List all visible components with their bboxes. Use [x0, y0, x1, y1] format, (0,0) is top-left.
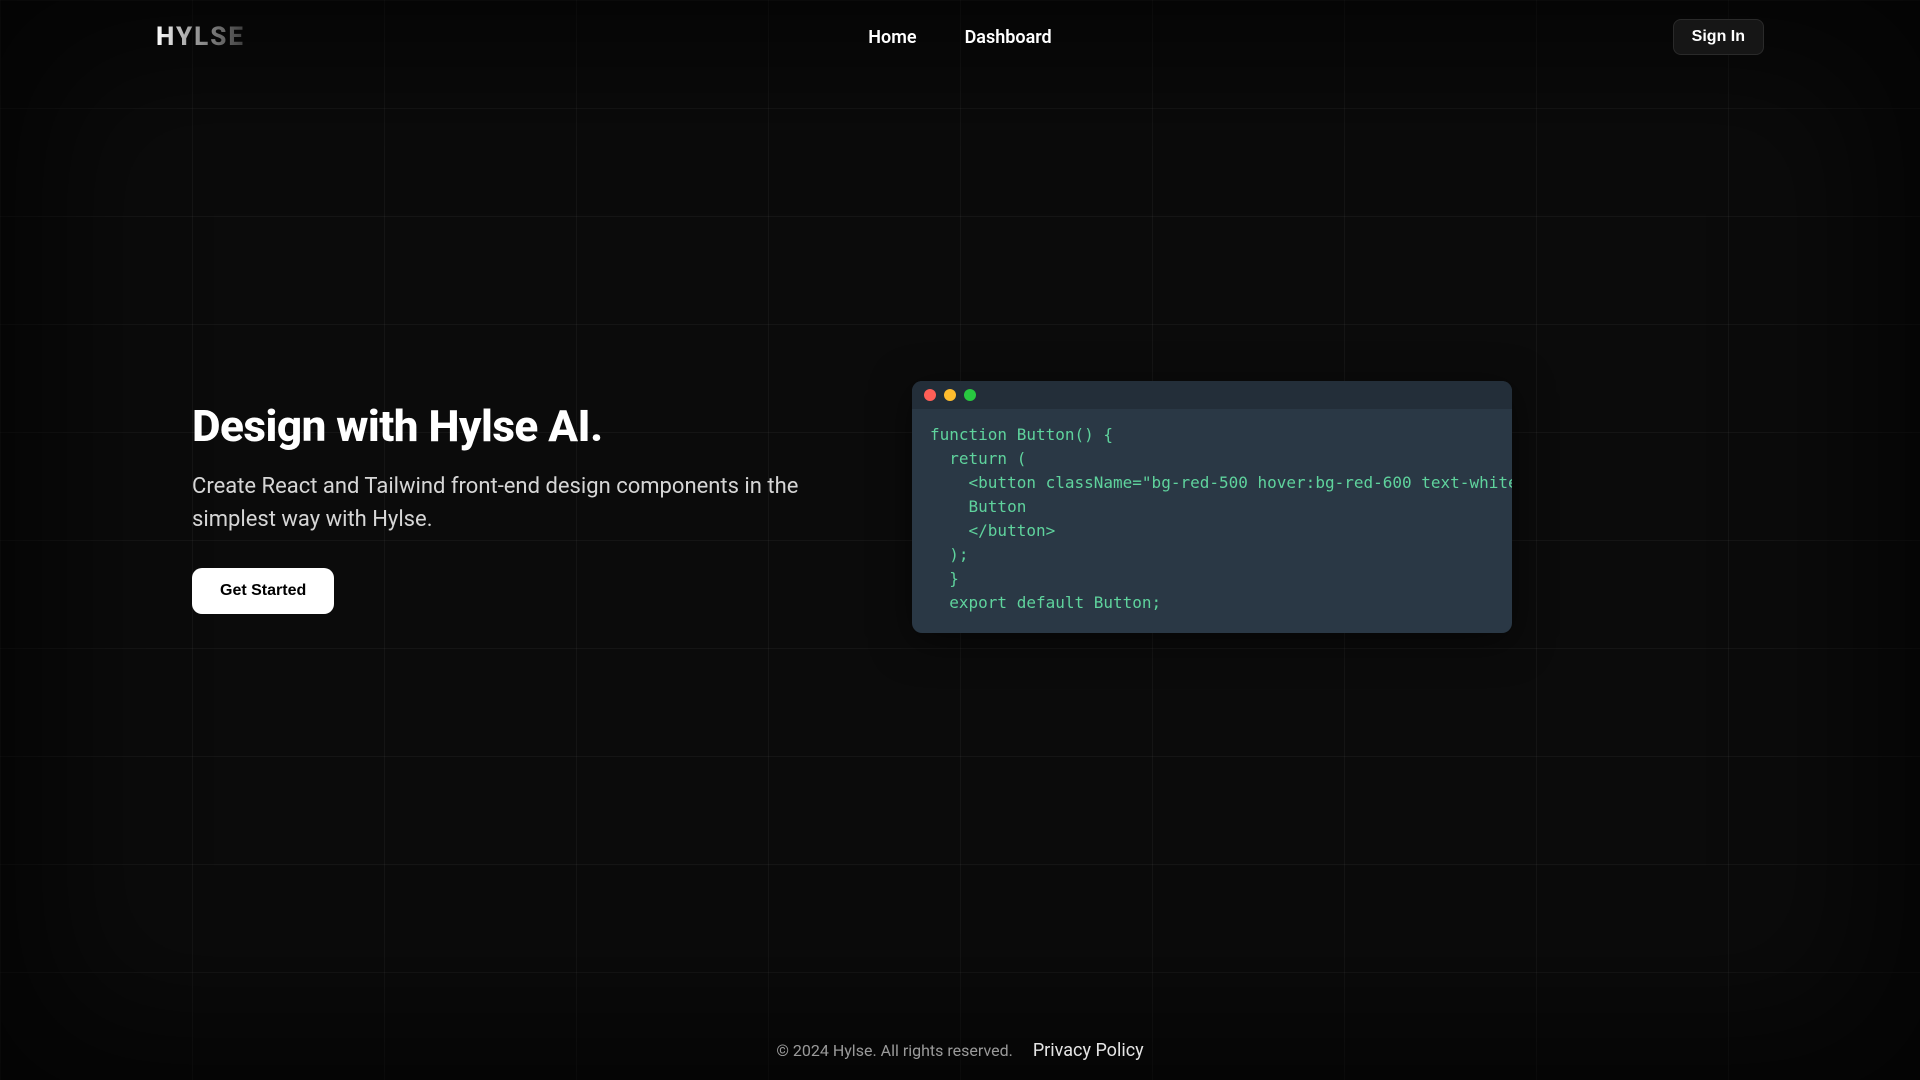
- code-snippet: function Button() { return ( <button cla…: [912, 409, 1512, 633]
- window-titlebar: [912, 381, 1512, 409]
- window-maximize-icon: [964, 389, 976, 401]
- hero-row: Design with Hylse AI. Create React and T…: [192, 381, 1728, 633]
- hero-code-block: function Button() { return ( <button cla…: [912, 381, 1728, 633]
- privacy-policy-link[interactable]: Privacy Policy: [1033, 1040, 1144, 1061]
- hero-headline: Design with Hylse AI.: [192, 400, 832, 452]
- hero-text-block: Design with Hylse AI. Create React and T…: [192, 400, 832, 614]
- window-close-icon: [924, 389, 936, 401]
- copyright-text: © 2024 Hylse. All rights reserved.: [776, 1041, 1012, 1060]
- page-root: HYLSE Home Dashboard Sign In Design with…: [0, 0, 1920, 1080]
- window-minimize-icon: [944, 389, 956, 401]
- get-started-button[interactable]: Get Started: [192, 568, 334, 614]
- hero-section: Design with Hylse AI. Create React and T…: [156, 0, 1764, 1080]
- hero-subheadline: Create React and Tailwind front-end desi…: [192, 470, 832, 536]
- code-window: function Button() { return ( <button cla…: [912, 381, 1512, 633]
- site-footer: © 2024 Hylse. All rights reserved. Priva…: [0, 1020, 1920, 1080]
